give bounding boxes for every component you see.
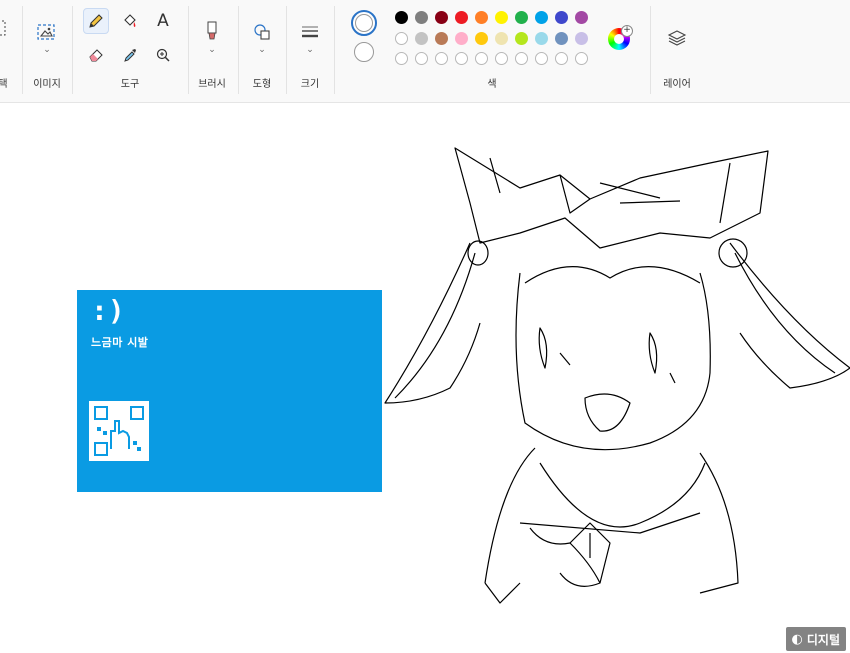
brushes-group-label: 브러시 [198,79,226,90]
palette-swatch[interactable] [435,52,448,65]
select-icon [0,20,6,36]
layers-button[interactable] [665,26,689,50]
layers-icon [667,30,687,46]
palette-swatch[interactable] [395,32,408,45]
colors-group: + 색 [334,0,650,102]
size-button[interactable] [298,20,322,44]
palette-swatch[interactable] [535,52,548,65]
select-group: 택 [0,0,22,102]
shapes-icon [254,24,270,40]
pencil-tool[interactable] [83,8,109,34]
watermark-logo-icon: ◐ [791,631,803,647]
ribbon-toolbar: 택 ⌄ 이미지 A 도구 ⌄ 브러시 ⌄ 도형 ⌄ 크기 + 색 레이어 [0,0,850,103]
palette-swatch[interactable] [475,32,488,45]
fill-tool[interactable] [118,9,142,33]
image-group: ⌄ 이미지 [22,0,72,102]
image-group-label: 이미지 [33,79,61,90]
palette-swatch[interactable] [555,52,568,65]
palette-swatch[interactable] [455,32,468,45]
primary-color-swatch[interactable] [351,10,377,36]
brushes-button[interactable] [200,18,224,42]
palette-swatch[interactable] [455,52,468,65]
brush-icon [207,21,217,40]
palette-swatch[interactable] [415,32,428,45]
line-size-icon [302,26,318,38]
size-group: ⌄ 크기 [286,0,334,102]
palette-swatch[interactable] [395,11,408,24]
palette-swatch[interactable] [475,52,488,65]
plus-icon: + [621,25,633,37]
brushes-group: ⌄ 브러시 [188,0,238,102]
watermark-text: 디지털 [806,632,840,647]
palette-swatch[interactable] [515,11,528,24]
colors-group-label: 색 [487,79,497,90]
palette-swatch[interactable] [515,32,528,45]
palette-swatch[interactable] [535,32,548,45]
palette-swatch[interactable] [435,32,448,45]
text-icon: A [157,11,169,31]
fill-bucket-icon [124,14,136,27]
eraser-icon [89,49,103,62]
select-group-label: 택 [0,79,8,90]
palette-swatch[interactable] [555,32,568,45]
tools-group-label: 도구 [120,79,140,90]
palette-swatch[interactable] [415,11,428,24]
secondary-color-swatch[interactable] [354,42,374,62]
eyedropper-icon [124,49,136,62]
layers-group: 레이어 [650,0,706,102]
select-button[interactable] [0,16,10,40]
text-tool[interactable]: A [151,9,175,33]
palette-swatch[interactable] [495,11,508,24]
tools-group: A 도구 [72,0,188,102]
palette-swatch[interactable] [495,32,508,45]
shapes-group: ⌄ 도형 [238,0,286,102]
pencil-icon [89,14,103,28]
palette-swatch[interactable] [395,52,408,65]
palette-swatch[interactable] [455,11,468,24]
image-button[interactable] [34,20,58,44]
chevron-down-icon[interactable]: ⌄ [208,45,216,55]
magnifier-icon [156,48,170,62]
size-group-label: 크기 [300,79,320,90]
color-picker-tool[interactable] [118,43,142,67]
palette-swatch[interactable] [495,52,508,65]
palette-swatch[interactable] [555,11,568,24]
palette-swatch[interactable] [475,11,488,24]
palette-swatch[interactable] [415,52,428,65]
palette-swatch[interactable] [535,11,548,24]
image-crop-icon [37,24,55,40]
layers-group-label: 레이어 [663,79,691,90]
eraser-tool[interactable] [84,43,108,67]
palette-swatch[interactable] [575,52,588,65]
magnifier-tool[interactable] [151,43,175,67]
palette-swatch[interactable] [575,32,588,45]
shapes-group-label: 도형 [252,79,272,90]
character-line-drawing [384,147,850,604]
shapes-button[interactable] [250,20,274,44]
chevron-down-icon[interactable]: ⌄ [258,45,266,55]
palette-swatch[interactable] [435,11,448,24]
chevron-down-icon[interactable]: ⌄ [306,45,314,55]
watermark: ◐ 디지털 [785,627,846,651]
palette-swatch[interactable] [515,52,528,65]
edit-colors-button[interactable]: + [608,25,633,50]
palette-swatch[interactable] [575,11,588,24]
chevron-down-icon[interactable]: ⌄ [43,45,51,55]
drawing-canvas[interactable]: :) 느금마 시발 ◐ 디지털 [0,103,850,653]
